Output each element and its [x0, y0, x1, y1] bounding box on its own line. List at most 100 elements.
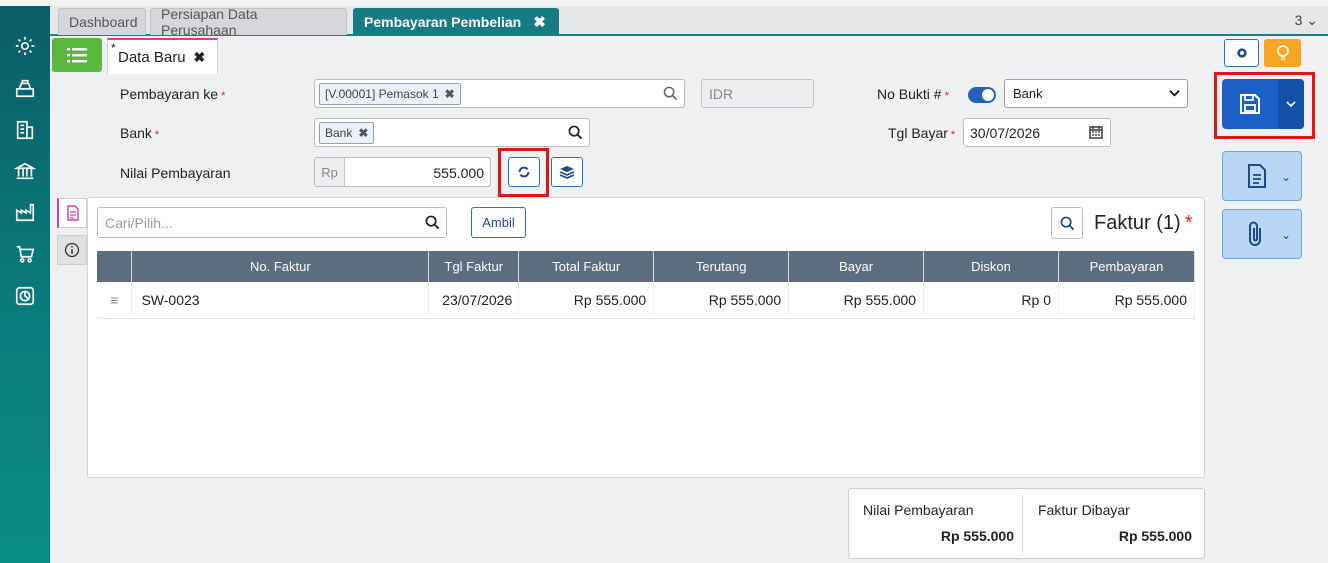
faktur-table: No. Faktur Tgl Faktur Total Faktur Terut…: [97, 251, 1196, 319]
tgl-bayar-field[interactable]: 30/07/2026: [963, 118, 1111, 147]
column-header[interactable]: Tgl Faktur: [428, 251, 520, 282]
summary-faktur-label: Faktur Dibayar: [1038, 502, 1130, 518]
cell-terutang: Rp 555.000: [653, 282, 790, 319]
ambil-button[interactable]: Ambil: [471, 207, 526, 238]
nilai-pembayaran-value: 555.000: [433, 165, 484, 181]
column-header[interactable]: Diskon: [923, 251, 1059, 282]
summary-faktur-value: Rp 555.000: [1118, 528, 1192, 544]
currency-prefix: Rp: [315, 158, 345, 186]
calendar-icon[interactable]: [1089, 125, 1103, 139]
vendor-chip-label: [V.00001] Pemasok 1: [325, 87, 439, 101]
nilai-pembayaran-field[interactable]: Rp 555.000: [314, 157, 491, 187]
subtab-label: Data Baru: [118, 48, 186, 66]
summary-box: Nilai Pembayaran Rp 555.000 Faktur Dibay…: [848, 488, 1205, 559]
nilai-pembayaran-label: Nilai Pembayaran: [120, 165, 231, 181]
building-icon[interactable]: [13, 118, 37, 142]
column-header[interactable]: No. Faktur: [131, 251, 430, 282]
chevron-down-icon: ⌄: [1280, 170, 1291, 184]
list-icon: [67, 48, 87, 63]
cell-tgl-faktur: 23/07/2026: [428, 282, 520, 319]
layers-button[interactable]: [551, 157, 583, 187]
tab-bar: Dashboard Persiapan Data Perusahaan Pemb…: [50, 6, 1328, 38]
no-bukti-select[interactable]: Bank: [1004, 79, 1188, 108]
vendor-chip: [V.00001] Pemasok 1 ✖: [319, 83, 461, 105]
cash-register-icon[interactable]: [13, 76, 37, 100]
cart-icon[interactable]: [13, 242, 37, 266]
search-icon[interactable]: [663, 86, 678, 101]
chevron-down-icon: ⌄: [1306, 12, 1318, 28]
cell-no-faktur: SW-0023: [131, 282, 430, 319]
tips-button[interactable]: [1264, 39, 1301, 67]
bank-chip-label: Bank: [325, 126, 353, 140]
remove-icon[interactable]: ✖: [445, 87, 455, 101]
drag-handle-icon[interactable]: ≡: [97, 282, 133, 319]
remove-icon[interactable]: ✖: [358, 126, 368, 140]
table-header: No. Faktur Tgl Faktur Total Faktur Terut…: [97, 251, 1196, 282]
tab-persiapan-data[interactable]: Persiapan Data Perusahaan: [150, 6, 347, 38]
highlight-box: [498, 148, 549, 197]
table-row[interactable]: ≡ SW-0023 23/07/2026 Rp 555.000 Rp 555.0…: [97, 282, 1196, 319]
paperclip-icon: [1249, 221, 1261, 246]
gear-icon[interactable]: [13, 34, 37, 58]
tab-label: Pembayaran Pembelian: [364, 14, 522, 30]
bank-icon[interactable]: [13, 159, 37, 183]
close-icon[interactable]: ✖: [533, 13, 546, 31]
no-bukti-toggle[interactable]: [968, 87, 996, 103]
bulb-icon: [1276, 45, 1289, 61]
unsaved-marker: *: [111, 41, 116, 55]
main-content: * Data Baru ✖ Pembayaran ke * [V.00001] P…: [50, 36, 1328, 563]
column-header[interactable]: Bayar: [788, 251, 925, 282]
list-button[interactable]: [52, 38, 102, 72]
tab-label: Persiapan Data Perusahaan: [161, 6, 258, 38]
faktur-title: Faktur (1) *: [1094, 212, 1193, 234]
layers-icon: [559, 166, 575, 179]
settings-button[interactable]: [1224, 39, 1259, 67]
info-icon: [64, 242, 80, 258]
highlight-box: [1214, 72, 1315, 139]
bank-chip: Bank ✖: [319, 122, 375, 144]
faktur-search-button[interactable]: [1051, 207, 1083, 239]
summary-nilai-value: Rp 555.000: [940, 528, 1014, 544]
factory-icon[interactable]: [13, 200, 37, 224]
tab-dashboard[interactable]: Dashboard: [58, 8, 146, 35]
pembayaran-ke-label: Pembayaran ke *: [120, 86, 226, 102]
tgl-bayar-label: Tgl Bayar *: [888, 125, 956, 141]
tab-count[interactable]: 3 ⌄: [1295, 12, 1318, 29]
tab-faktur[interactable]: [57, 198, 87, 228]
faktur-search-input[interactable]: Cari/Pilih...: [97, 207, 447, 238]
search-icon[interactable]: [568, 125, 583, 140]
file-icon: [66, 205, 79, 221]
faktur-panel: Cari/Pilih... Ambil Faktur (1) * No. Fakt…: [87, 197, 1205, 478]
search-placeholder: Cari/Pilih...: [105, 215, 173, 231]
summary-nilai-label: Nilai Pembayaran: [863, 502, 974, 518]
close-icon[interactable]: ✖: [194, 49, 206, 66]
pembayaran-ke-field[interactable]: [V.00001] Pemasok 1 ✖: [314, 79, 685, 108]
cell-diskon: Rp 0: [923, 282, 1059, 319]
tab-count-label: 3: [1294, 12, 1303, 28]
drag-column-header: [97, 251, 133, 282]
cell-pembayaran: Rp 555.000: [1058, 282, 1196, 319]
chevron-down-icon: ⌄: [1280, 228, 1291, 242]
subtab-data-baru[interactable]: * Data Baru ✖: [107, 38, 218, 74]
no-bukti-label: No Bukti # *: [877, 86, 949, 102]
tgl-bayar-value: 30/07/2026: [970, 125, 1041, 141]
summary-nilai: Nilai Pembayaran Rp 555.000: [849, 495, 1023, 553]
gear-icon: [1236, 48, 1247, 58]
attachment-button[interactable]: ⌄: [1222, 209, 1302, 259]
column-header[interactable]: Total Faktur: [518, 251, 655, 282]
chart-icon[interactable]: [13, 284, 37, 308]
document-icon: [1248, 164, 1266, 188]
tab-pembayaran-pembelian[interactable]: Pembayaran Pembelian ✖: [353, 8, 559, 35]
cell-bayar: Rp 555.000: [788, 282, 925, 319]
tab-info[interactable]: [57, 235, 87, 265]
currency-field: IDR: [701, 79, 814, 108]
bank-field[interactable]: Bank ✖: [314, 118, 590, 147]
bank-label: Bank *: [120, 125, 160, 141]
column-header[interactable]: Terutang: [653, 251, 790, 282]
cell-total-faktur: Rp 555.000: [518, 282, 655, 319]
search-icon[interactable]: [425, 215, 440, 230]
no-bukti-select-value: Bank: [1013, 86, 1043, 101]
chevron-down-icon: [1169, 90, 1180, 97]
document-button[interactable]: ⌄: [1222, 151, 1302, 201]
column-header[interactable]: Pembayaran: [1058, 251, 1196, 282]
